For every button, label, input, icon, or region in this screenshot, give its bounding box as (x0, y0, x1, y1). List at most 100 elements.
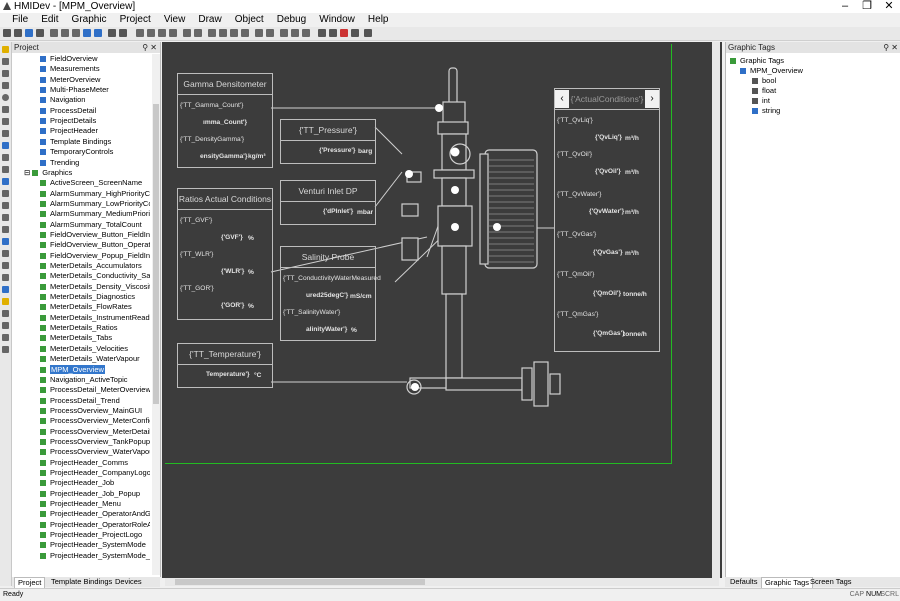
menu-project[interactable]: Project (115, 13, 156, 27)
polygon-tool-icon[interactable] (2, 106, 9, 113)
align-left-icon[interactable] (208, 29, 216, 37)
table-tool-icon[interactable] (2, 250, 9, 257)
distribute-h-icon[interactable] (255, 29, 263, 37)
tree-item[interactable]: FieldOverview_Button_FieldInfo (40, 230, 150, 240)
menu-file[interactable]: File (7, 13, 33, 27)
tree-item[interactable]: ProcessOverview_WaterVapour (40, 447, 150, 457)
tree-item[interactable]: MeterDetails_FlowRates (40, 302, 132, 312)
tree-item[interactable]: ProjectHeader (40, 126, 98, 136)
slider-tool-icon[interactable] (2, 202, 9, 209)
menu-debug[interactable]: Debug (272, 13, 311, 27)
image-tool-icon[interactable] (2, 130, 9, 137)
tree-item[interactable]: MeterOverview (40, 75, 100, 85)
rounded-rect-tool-icon[interactable] (2, 82, 9, 89)
tree-item[interactable]: Measurements (40, 64, 100, 74)
scroll-thumb[interactable] (175, 579, 425, 585)
wave-tool-icon[interactable] (2, 286, 9, 293)
line-tool-icon[interactable] (2, 58, 9, 65)
label-tool-icon[interactable] (2, 166, 9, 173)
collapse-icon[interactable]: ⊟ (24, 168, 30, 177)
grid-icon[interactable] (364, 29, 372, 37)
menu-view[interactable]: View (159, 13, 191, 27)
save-all-icon[interactable] (36, 29, 44, 37)
tab-project[interactable]: Project (14, 577, 46, 588)
chart-tool-icon[interactable] (2, 226, 9, 233)
tree-item[interactable]: ActiveScreen_ScreenName (40, 178, 142, 188)
tab-tool-icon[interactable] (2, 262, 9, 269)
close-button[interactable]: ✕ (880, 0, 898, 13)
zoom-in-icon[interactable] (318, 29, 326, 37)
tree-item[interactable]: ProjectHeader_ProjectLogo (40, 530, 142, 540)
tree-item[interactable]: ProjectHeader_SystemMode (40, 540, 146, 550)
gauge-tool-icon[interactable] (2, 214, 9, 221)
menu-draw[interactable]: Draw (193, 13, 226, 27)
same-width-icon[interactable] (280, 29, 288, 37)
tree-item[interactable]: FieldOverview_Button_OperatorInfo (40, 240, 150, 250)
align-top-icon[interactable] (241, 29, 249, 37)
tree-item[interactable]: ProcessDetail (40, 106, 96, 116)
venturi-inlet-card[interactable]: Venturi Inlet DP {'dPInlet'} mbar (280, 180, 376, 225)
tree-item[interactable]: MeterDetails_Conductivity_Salinity (40, 271, 150, 281)
tab-defaults[interactable]: Defaults (727, 577, 761, 587)
group-icon[interactable] (158, 29, 166, 37)
minimize-button[interactable]: – (836, 0, 854, 13)
copy-icon[interactable] (61, 29, 69, 37)
run-icon[interactable] (108, 29, 116, 37)
arc-tool-icon[interactable] (2, 154, 9, 161)
text-tool-icon[interactable] (2, 118, 9, 125)
bring-front-icon[interactable] (183, 29, 191, 37)
tree-item[interactable]: Navigation_ActiveTopic (40, 375, 128, 385)
menu-graphic[interactable]: Graphic (67, 13, 112, 27)
tree-item[interactable]: ProjectHeader_OperatorAndGroup (40, 509, 150, 519)
pan-icon[interactable] (147, 29, 155, 37)
combo-tool-icon[interactable] (2, 190, 9, 197)
build-icon[interactable] (119, 29, 127, 37)
cut-icon[interactable] (50, 29, 58, 37)
salinity-probe-card[interactable]: Salinity Probe {'TT_ConductivityWaterMea… (280, 246, 381, 341)
pointer-icon[interactable] (136, 29, 144, 37)
menu-edit[interactable]: Edit (36, 13, 63, 27)
tree-item[interactable]: Trending (40, 158, 79, 168)
tags-root[interactable]: Graphic Tags (730, 56, 784, 66)
gamma-densitometer-card[interactable]: Gamma Densitometer {'TT_Gamma_Count'} ım… (177, 73, 273, 168)
tab-devices[interactable]: Devices (112, 577, 145, 587)
tree-item[interactable]: FieldOverview_Popup_FieldInfo (40, 251, 150, 261)
project-tree-scrollbar[interactable] (152, 54, 160, 575)
tree-item[interactable]: MeterDetails_Diagnostics (40, 292, 135, 302)
prev-page-button[interactable]: ‹ (555, 90, 569, 108)
ellipse-tool-icon[interactable] (2, 94, 9, 101)
checkbox-tool-icon[interactable] (2, 178, 9, 185)
tree-item[interactable]: ProjectDetails (40, 116, 96, 126)
tree-item[interactable]: MeterDetails_Ratios (40, 323, 118, 333)
tree-item[interactable]: ProcessDetail_MeterOverview (40, 385, 150, 395)
misc-tool-icon[interactable] (2, 346, 9, 353)
tag-type-float[interactable]: float (752, 86, 776, 96)
ungroup-icon[interactable] (169, 29, 177, 37)
zoom-fit-icon[interactable] (351, 29, 359, 37)
send-back-icon[interactable] (194, 29, 202, 37)
tree-item[interactable]: MPM_Overview (40, 364, 105, 375)
tree-item[interactable]: ProjectHeader_Comms (40, 458, 128, 468)
menu-help[interactable]: Help (363, 13, 394, 27)
actual-conditions-card[interactable]: {'ActualConditions'} ‹ › {'TT_QvLiq'} {'… (554, 88, 660, 352)
tab-screen-tags[interactable]: Screen Tags (807, 577, 855, 587)
align-center-icon[interactable] (219, 29, 227, 37)
tree-item[interactable]: ProcessOverview_MainGUI (40, 406, 142, 416)
tree-item[interactable]: ProcessOverview_MeterConfig (40, 416, 150, 426)
tree-item[interactable]: MeterDetails_Density_Viscosity (40, 282, 150, 292)
tree-item[interactable]: MeterDetails_Tabs (40, 333, 112, 343)
tree-item[interactable]: MeterDetails_InstrumentReadings (40, 313, 150, 323)
tree-item[interactable]: ProcessOverview_MeterDetails (40, 427, 150, 437)
menu-window[interactable]: Window (314, 13, 360, 27)
container-tool-icon[interactable] (2, 322, 9, 329)
tag-type-bool[interactable]: bool (752, 76, 776, 86)
alarm-tool-icon[interactable] (2, 274, 9, 281)
tree-item[interactable]: ProjectHeader_Job_Popup (40, 489, 140, 499)
tree-item[interactable]: ProjectHeader_CompanyLogoAndProje (40, 468, 150, 478)
new-icon[interactable] (3, 29, 11, 37)
next-page-button[interactable]: › (645, 90, 659, 108)
same-height-icon[interactable] (291, 29, 299, 37)
tags-mpm-overview[interactable]: MPM_Overview (740, 66, 803, 76)
panel-tool-icon[interactable] (2, 334, 9, 341)
rectangle-tool-icon[interactable] (2, 70, 9, 77)
